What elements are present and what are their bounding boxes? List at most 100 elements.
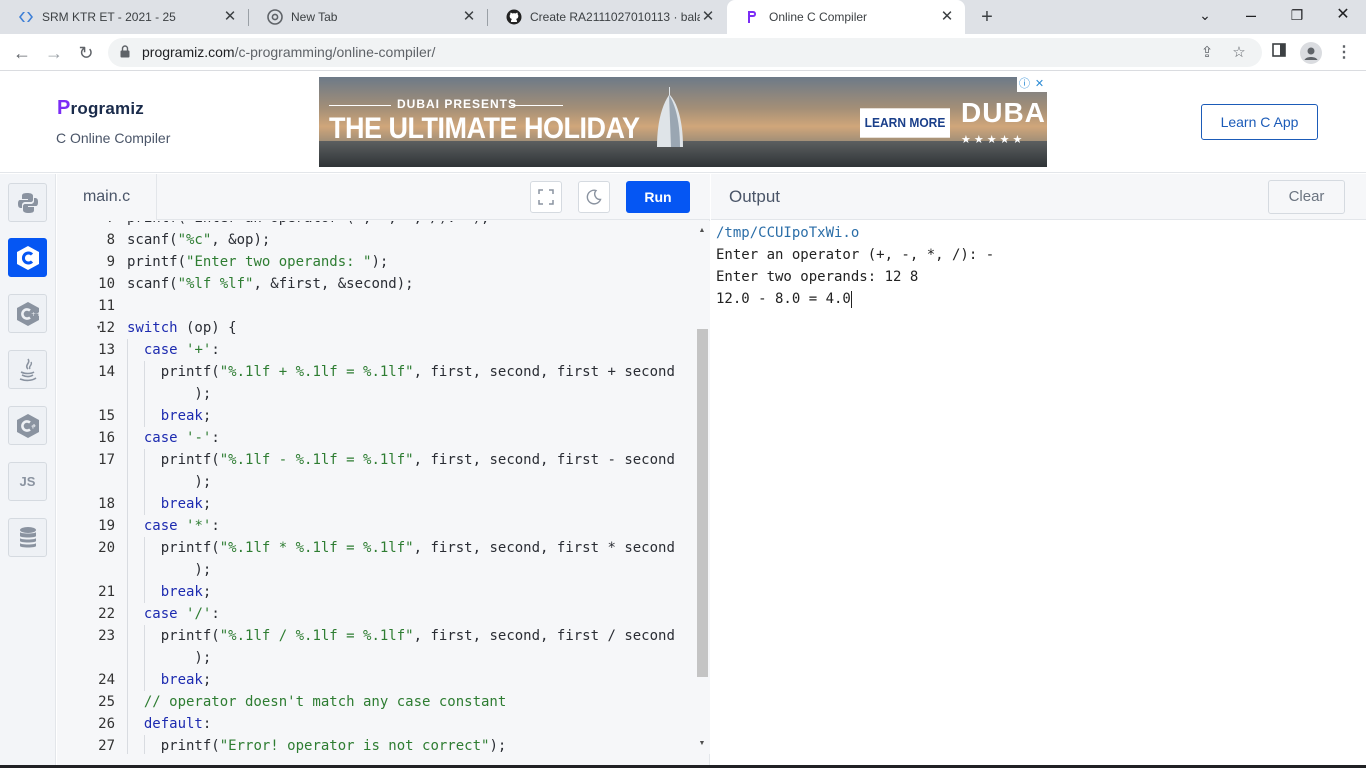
code-line: 7 printf("Enter an operator (+, -, *, /):…: [57, 221, 693, 229]
indent-guide: [127, 471, 128, 493]
code-area[interactable]: 7 printf("Enter an operator (+, -, *, /):…: [57, 221, 693, 754]
side-panel-icon[interactable]: [1268, 42, 1290, 64]
close-tab-icon[interactable]: ✕: [939, 9, 955, 25]
code-line-wrap: );: [57, 383, 693, 405]
indent-guide: [143, 361, 145, 383]
line-number: 10: [98, 276, 115, 292]
new-tab-button[interactable]: +: [976, 6, 998, 28]
indent-guide: [127, 427, 128, 449]
output-line: /tmp/CCUIpoTxWi.o: [716, 225, 860, 241]
chrome-icon: [267, 9, 283, 25]
java-icon[interactable]: [8, 350, 47, 389]
code-text: printf("%.1lf + %.1lf = %.1lf", first, s…: [160, 364, 675, 380]
indent-guide: [127, 383, 128, 405]
logo-text: rogramiz: [70, 98, 144, 118]
dark-mode-moon-icon[interactable]: [578, 181, 610, 213]
restore-icon[interactable]: ❐: [1274, 0, 1320, 32]
close-tab-icon[interactable]: ✕: [461, 9, 477, 25]
code-text: printf("%.1lf * %.1lf = %.1lf", first, s…: [160, 540, 675, 556]
indent-guide: [143, 383, 145, 405]
ad-info-icon[interactable]: ⓘ: [1017, 77, 1032, 92]
indent-guide: [127, 559, 128, 581]
tab-github[interactable]: Create RA2111027010113 · balaji ✕: [488, 0, 726, 34]
window-close-icon[interactable]: ✕: [1320, 0, 1366, 32]
bookmark-star-icon[interactable]: ☆: [1230, 44, 1248, 62]
output-console[interactable]: /tmp/CCUIpoTxWi.o Enter an operator (+, …: [716, 222, 994, 310]
line-number: 15: [98, 408, 115, 424]
indent-guide: [127, 537, 128, 559]
scrollbar-thumb[interactable]: [697, 329, 708, 677]
ad-headline: THE ULTIMATE HOLIDAY: [329, 111, 640, 145]
code-line: 23 printf("%.1lf / %.1lf = %.1lf", first,…: [57, 625, 693, 647]
run-button[interactable]: Run: [626, 181, 690, 213]
indent-guide: [127, 603, 128, 625]
c-icon[interactable]: [8, 238, 47, 277]
code-text: printf("Enter an operator (+, -, *, /): …: [127, 221, 489, 229]
code-line: 26 default:: [57, 713, 693, 735]
code-line: 22 case '/':: [57, 603, 693, 625]
tab-search-icon[interactable]: ⌄: [1182, 0, 1228, 32]
line-number: 14: [98, 364, 115, 380]
indent-guide: [143, 735, 145, 754]
code-line: 25 // operator doesn't match any case con…: [57, 691, 693, 713]
ad-learn-more-button[interactable]: LEARN MORE: [860, 108, 950, 138]
minimize-icon[interactable]: –: [1228, 0, 1274, 32]
close-tab-icon[interactable]: ✕: [700, 9, 716, 25]
line-number: 25: [98, 694, 115, 710]
editor-header: main.c Run: [57, 174, 710, 220]
forward-icon[interactable]: →: [41, 40, 67, 66]
code-text: );: [160, 386, 212, 402]
python-icon[interactable]: [8, 183, 47, 222]
back-icon[interactable]: ←: [9, 40, 35, 66]
reload-icon[interactable]: ↻: [73, 40, 99, 66]
tab-new-tab[interactable]: New Tab ✕: [249, 0, 487, 34]
indent-guide: [127, 647, 128, 669]
code-text: printf("Error! operator is not correct")…: [160, 738, 507, 754]
code-line-wrap: );: [57, 559, 693, 581]
js-icon[interactable]: JS: [8, 462, 47, 501]
fullscreen-icon[interactable]: [530, 181, 562, 213]
learn-c-app-button[interactable]: Learn C App: [1201, 104, 1318, 140]
code-line: 8 scanf("%c", &op);: [57, 229, 693, 251]
code-text: case '*':: [143, 518, 220, 534]
indent-guide: [143, 559, 145, 581]
line-number: 22: [98, 606, 115, 622]
advertisement-banner[interactable]: DUBAI PRESENTS THE ULTIMATE HOLIDAY LEAR…: [319, 77, 1047, 167]
share-icon[interactable]: ⇪: [1198, 44, 1216, 62]
scroll-down-arrow-icon[interactable]: ▼: [697, 740, 707, 747]
file-tab-main-c[interactable]: main.c: [57, 174, 157, 220]
tab-srm[interactable]: SRM KTR ET - 2021 - 25 ✕: [0, 0, 248, 34]
fold-arrow-icon[interactable]: ▾: [96, 317, 101, 339]
line-number: 11: [98, 298, 115, 314]
url-path: /c-programming/online-compiler/: [234, 44, 436, 60]
editor-scrollbar[interactable]: ▲ ▼: [694, 221, 710, 754]
tab-online-c-compiler[interactable]: Online C Compiler ✕: [727, 0, 965, 34]
indent-guide: [127, 735, 128, 754]
sql-icon[interactable]: [8, 518, 47, 557]
scroll-up-arrow-icon[interactable]: ▲: [697, 227, 707, 234]
cpp-icon[interactable]: ++: [8, 294, 47, 333]
code-line: 11: [57, 295, 693, 317]
menu-kebab-icon[interactable]: ⋮: [1333, 42, 1355, 64]
indent-guide: [143, 537, 145, 559]
lock-icon: [120, 45, 130, 58]
csharp-icon[interactable]: #: [8, 406, 47, 445]
ad-close-icon[interactable]: ✕: [1032, 77, 1047, 92]
close-tab-icon[interactable]: ✕: [222, 9, 238, 25]
clear-button[interactable]: Clear: [1268, 180, 1345, 214]
profile-avatar-icon[interactable]: [1300, 42, 1322, 64]
code-text: printf("%.1lf / %.1lf = %.1lf", first, s…: [160, 628, 675, 644]
ad-divider: [329, 105, 391, 106]
code-line-wrap: );: [57, 471, 693, 493]
address-bar[interactable]: programiz.com/c-programming/online-compi…: [108, 38, 1262, 67]
github-icon: [506, 9, 522, 25]
code-text: );: [160, 474, 212, 490]
code-text: printf("%.1lf - %.1lf = %.1lf", first, s…: [160, 452, 675, 468]
url-host: programiz.com: [142, 44, 235, 60]
code-line: 21 break;: [57, 581, 693, 603]
programiz-logo[interactable]: Programiz: [57, 97, 144, 120]
code-text: scanf("%c", &op);: [127, 232, 271, 248]
output-title: Output: [729, 187, 781, 206]
indent-guide: [127, 691, 128, 713]
indent-guide: [127, 625, 128, 647]
